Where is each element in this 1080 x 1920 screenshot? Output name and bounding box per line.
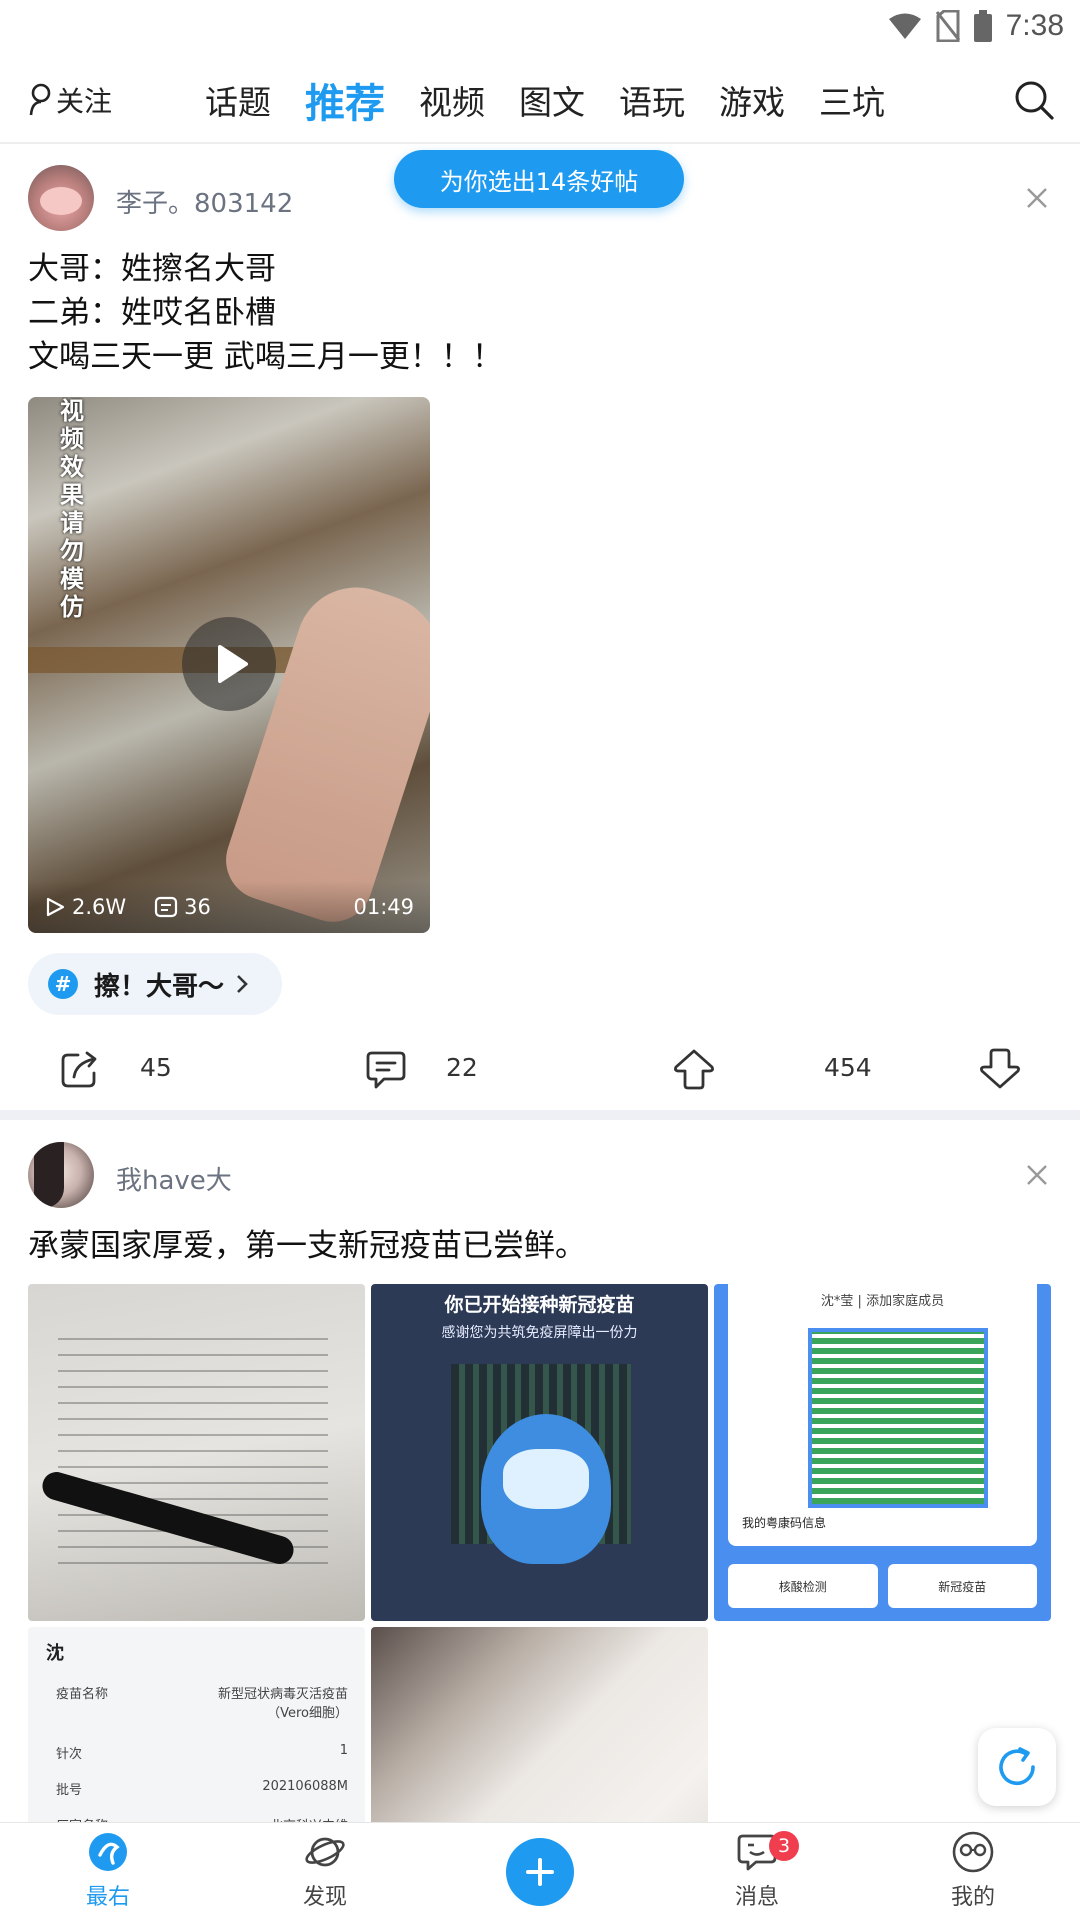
zuiyou-icon xyxy=(89,1833,127,1871)
refresh-button[interactable] xyxy=(978,1728,1056,1806)
tab-messages[interactable]: 消息 3 xyxy=(697,1831,817,1919)
tab-label: 我的 xyxy=(950,1885,995,1910)
follow-icon xyxy=(29,83,51,116)
post-text: 承蒙国家厚爱，第一支新冠疫苗已尝鲜。 xyxy=(28,1228,586,1264)
image-text: 沈 xyxy=(46,1643,64,1664)
comment-icon[interactable] xyxy=(364,1047,408,1091)
tab-voice-play[interactable]: 语玩 xyxy=(619,76,685,124)
play-count-icon xyxy=(46,897,65,917)
planet-icon xyxy=(305,1837,345,1867)
upvote-count: 454 xyxy=(824,1053,872,1082)
unread-badge: 3 xyxy=(769,1831,799,1861)
tab-discover[interactable]: 发现 xyxy=(265,1831,385,1919)
close-icon[interactable] xyxy=(1020,1158,1054,1192)
avatar[interactable] xyxy=(28,1142,94,1208)
tab-label: 消息 xyxy=(734,1885,779,1910)
share-count: 45 xyxy=(140,1053,172,1082)
feed-post[interactable]: 李子。803142 大哥：姓擦名大哥 二弟：姓哎名卧槽 文喝三天一更 武喝三月一… xyxy=(0,145,1080,1110)
profile-glasses-icon xyxy=(952,1831,994,1873)
post-text-line: 二弟：姓哎名卧槽 xyxy=(28,295,276,331)
plus-icon xyxy=(526,1858,554,1886)
comment-count: 22 xyxy=(446,1053,478,1082)
status-bar: 7:38 xyxy=(0,0,1080,52)
image-text: 新冠疫苗 xyxy=(887,1564,1037,1608)
health-code-buttons: 核酸检测 新冠疫苗 xyxy=(728,1564,1037,1608)
danmaku-icon xyxy=(155,896,178,918)
danmaku-count: 36 xyxy=(184,895,211,919)
play-count: 2.6W xyxy=(72,895,127,919)
create-post-button[interactable] xyxy=(506,1838,574,1906)
qr-code xyxy=(808,1328,988,1508)
follow-button[interactable]: 关注 xyxy=(28,76,112,124)
tab-label: 发现 xyxy=(302,1885,347,1910)
downvote-icon[interactable] xyxy=(978,1047,1022,1091)
video-duration: 01:49 xyxy=(353,895,414,919)
image-text: 你已开始接种新冠疫苗 xyxy=(444,1294,635,1316)
post-text-line: 文喝三天一更 武喝三月一更！！！ xyxy=(28,339,503,375)
wifi-icon xyxy=(888,13,921,39)
post-username[interactable]: 李子。803142 xyxy=(116,183,293,220)
record-value: 1 xyxy=(339,1743,348,1758)
record-value: 新型冠状病毒灭活疫苗（Vero细胞） xyxy=(217,1687,348,1721)
image-text: 感谢您为共筑免疫屏障出一份力 xyxy=(441,1325,638,1341)
image-thumbnail[interactable] xyxy=(28,1284,365,1621)
record-key: 针次 xyxy=(56,1747,83,1762)
chevron-right-icon xyxy=(237,975,248,993)
upvote-icon[interactable] xyxy=(672,1047,716,1091)
record-key: 疫苗名称 xyxy=(56,1687,109,1702)
hashtag-icon: # xyxy=(48,969,78,999)
play-button[interactable] xyxy=(182,617,276,711)
post-separator xyxy=(0,1110,1080,1120)
health-code-card: 沈*莹 | 添加家庭成员 我的粤康码信息 xyxy=(728,1284,1037,1546)
status-time: 7:38 xyxy=(1005,9,1064,42)
image-thumbnail[interactable]: 沈*莹 | 添加家庭成员 我的粤康码信息 核酸检测 新冠疫苗 xyxy=(714,1284,1051,1621)
tab-games[interactable]: 游戏 xyxy=(719,76,785,124)
feed-tabs: 话题 推荐 视频 图文 语玩 游戏 三坑 xyxy=(205,60,919,140)
share-icon[interactable] xyxy=(58,1047,102,1091)
topic-label: 擦！大哥～ xyxy=(94,971,225,1002)
post-actions: 45 22 454 xyxy=(0,1035,1080,1103)
video-stats: 2.6W 36 01:49 xyxy=(28,881,430,933)
avatar[interactable] xyxy=(28,165,94,231)
refresh-icon xyxy=(999,1747,1035,1786)
image-text: 核酸检测 xyxy=(728,1564,878,1608)
play-icon xyxy=(218,645,248,683)
tab-sankeng[interactable]: 三坑 xyxy=(819,76,885,124)
tab-recommend[interactable]: 推荐 xyxy=(305,71,385,129)
nav-divider xyxy=(0,142,1080,144)
recommend-toast: 为你选出14条好帖 xyxy=(394,150,684,208)
tab-image-text[interactable]: 图文 xyxy=(519,76,585,124)
image-text: 我的粤康码信息 xyxy=(742,1516,827,1530)
tab-me[interactable]: 我的 xyxy=(913,1831,1033,1919)
record-value: 202106088M xyxy=(262,1779,348,1794)
post-text: 大哥：姓擦名大哥 二弟：姓哎名卧槽 文喝三天一更 武喝三月一更！！！ xyxy=(28,247,503,379)
feed-post[interactable]: 我have大 承蒙国家厚爱，第一支新冠疫苗已尝鲜。 你已开始接种新冠疫苗 感谢您… xyxy=(0,1120,1080,1920)
post-text-line: 大哥：姓擦名大哥 xyxy=(28,251,276,287)
record-key: 批号 xyxy=(56,1783,83,1798)
record-row: 批号 202106088M xyxy=(56,1779,348,1798)
video-thumbnail[interactable]: 视频效果 请勿模仿 2.6W 36 01:49 xyxy=(28,397,430,933)
top-nav: 关注 话题 推荐 视频 图文 语玩 游戏 三坑 xyxy=(0,60,1080,140)
mascot-face xyxy=(503,1449,589,1509)
record-row: 针次 1 xyxy=(56,1743,348,1762)
search-icon[interactable] xyxy=(1012,78,1056,122)
tab-topics[interactable]: 话题 xyxy=(205,76,271,124)
image-thumbnail[interactable]: 你已开始接种新冠疫苗 感谢您为共筑免疫屏障出一份力 xyxy=(371,1284,708,1621)
follow-label: 关注 xyxy=(56,85,113,118)
tab-video[interactable]: 视频 xyxy=(419,76,485,124)
image-text: 沈*莹 | 添加家庭成员 xyxy=(820,1294,945,1309)
record-row: 疫苗名称 新型冠状病毒灭活疫苗（Vero细胞） xyxy=(56,1683,348,1721)
post-username[interactable]: 我have大 xyxy=(116,1160,232,1197)
tab-zuiyou[interactable]: 最右 xyxy=(48,1831,168,1919)
topic-tag[interactable]: # 擦！大哥～ xyxy=(28,953,283,1015)
battery-icon xyxy=(973,10,992,42)
no-sim-icon xyxy=(935,10,960,42)
close-icon[interactable] xyxy=(1020,181,1054,215)
tab-label: 最右 xyxy=(85,1885,130,1910)
video-caption: 视频效果 请勿模仿 xyxy=(60,397,84,621)
